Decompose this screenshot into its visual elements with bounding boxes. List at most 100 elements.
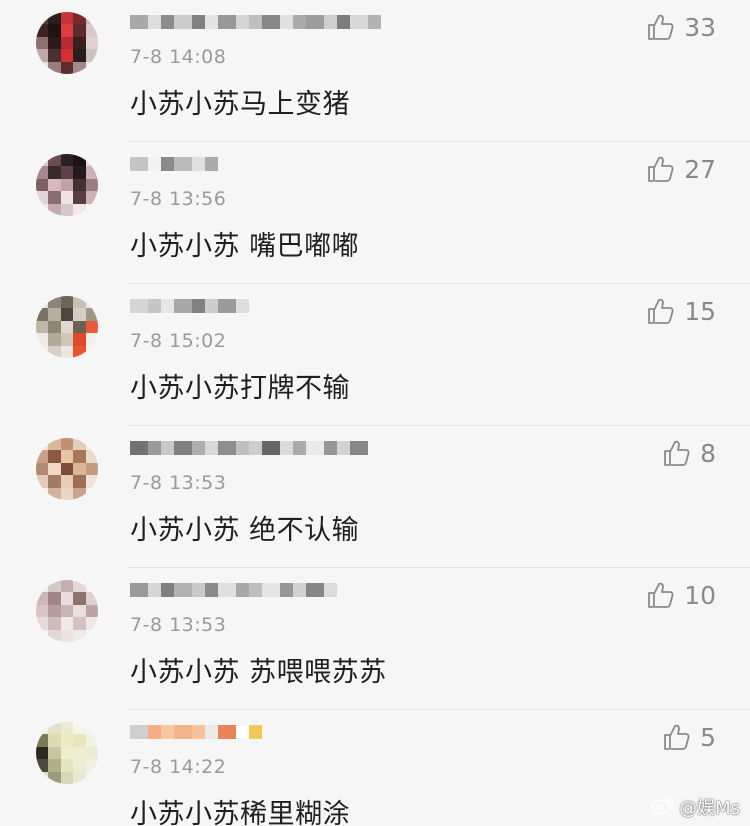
avatar-pixel bbox=[36, 746, 49, 760]
avatar-pixel bbox=[60, 178, 74, 192]
avatar-pixel bbox=[85, 450, 98, 463]
avatar-pixel bbox=[36, 722, 49, 735]
avatar-pixel bbox=[48, 296, 61, 309]
avatar-pixel bbox=[36, 308, 49, 321]
username[interactable] bbox=[130, 576, 337, 604]
avatar-pixel bbox=[60, 308, 74, 321]
username-blur-block bbox=[218, 583, 236, 597]
avatar[interactable] bbox=[36, 154, 98, 216]
username-blur-block bbox=[337, 15, 350, 29]
username-blur-block bbox=[262, 15, 280, 29]
avatar-pixel bbox=[60, 320, 74, 334]
avatar-pixel bbox=[73, 629, 86, 642]
avatar-pixel bbox=[36, 734, 49, 747]
username-blur-block bbox=[306, 583, 324, 597]
avatar[interactable] bbox=[36, 12, 98, 74]
avatar-pixel bbox=[85, 438, 98, 451]
username[interactable] bbox=[130, 718, 262, 746]
like-button[interactable]: 8 bbox=[662, 438, 716, 468]
username[interactable] bbox=[130, 150, 218, 178]
avatar[interactable] bbox=[36, 580, 98, 642]
username-blur-block bbox=[306, 441, 324, 455]
avatar-pixel bbox=[85, 771, 98, 784]
avatar-pixel bbox=[60, 580, 74, 593]
username-blur-block bbox=[174, 583, 192, 597]
avatar-pixel bbox=[85, 154, 98, 167]
avatar-pixel bbox=[85, 345, 98, 358]
avatar-pixel bbox=[73, 49, 86, 62]
username-blur-block bbox=[350, 441, 368, 455]
avatar[interactable] bbox=[36, 438, 98, 500]
weibo-icon bbox=[651, 795, 675, 820]
username-blur-block bbox=[148, 299, 161, 313]
avatar-pixel bbox=[48, 438, 61, 451]
username[interactable] bbox=[130, 8, 381, 36]
username-blur-block bbox=[192, 583, 205, 597]
avatar-pixel bbox=[48, 191, 61, 204]
avatar-pixel bbox=[36, 580, 49, 593]
username-blur-block bbox=[236, 299, 249, 313]
username-blur-block bbox=[192, 299, 205, 313]
avatar-pixel bbox=[60, 166, 74, 179]
avatar[interactable] bbox=[36, 296, 98, 358]
comment-item: 7-8 13:56 小苏小苏 嘴巴嘟嘟 27 bbox=[0, 142, 750, 284]
username-blur-block bbox=[368, 15, 381, 29]
username-blur-block bbox=[205, 441, 218, 455]
avatar-pixel bbox=[85, 203, 98, 216]
avatar-pixel bbox=[60, 734, 74, 747]
username-blur-block bbox=[218, 441, 236, 455]
avatar-pixel bbox=[60, 36, 74, 50]
avatar-pixel bbox=[73, 36, 86, 50]
avatar-pixel bbox=[60, 617, 74, 630]
avatar-pixel bbox=[48, 308, 61, 321]
avatar-pixel bbox=[48, 166, 61, 179]
avatar-pixel bbox=[73, 61, 86, 74]
avatar-pixel bbox=[73, 333, 86, 346]
username-blur-block bbox=[236, 441, 249, 455]
username[interactable] bbox=[130, 434, 368, 462]
thumbs-up-icon bbox=[646, 154, 676, 184]
avatar-pixel bbox=[73, 203, 86, 216]
username-blur-block bbox=[161, 583, 174, 597]
avatar-pixel bbox=[36, 166, 49, 179]
avatar-pixel bbox=[36, 24, 49, 37]
avatar-pixel bbox=[85, 617, 98, 630]
avatar-pixel bbox=[60, 345, 74, 358]
like-button[interactable]: 15 bbox=[646, 296, 716, 326]
username-blur-block bbox=[324, 441, 337, 455]
username-blur-block bbox=[249, 15, 262, 29]
like-button[interactable]: 10 bbox=[646, 580, 716, 610]
username-blur-block bbox=[148, 441, 161, 455]
username-blur-block bbox=[280, 15, 293, 29]
username-blur-block bbox=[192, 725, 205, 739]
comment-item: 7-8 15:02 小苏小苏打牌不输 15 bbox=[0, 284, 750, 426]
avatar-pixel bbox=[36, 49, 49, 62]
avatar-pixel bbox=[85, 734, 98, 747]
avatar-pixel bbox=[73, 487, 86, 500]
username-blur-block bbox=[130, 15, 148, 29]
avatar-pixel bbox=[48, 734, 61, 747]
avatar-pixel bbox=[60, 487, 74, 500]
avatar-pixel bbox=[36, 296, 49, 309]
username-blur-block bbox=[293, 15, 306, 29]
username[interactable] bbox=[130, 292, 249, 320]
avatar-pixel bbox=[85, 166, 98, 179]
comment-time: 7-8 14:08 bbox=[130, 46, 227, 68]
like-button[interactable]: 5 bbox=[662, 722, 716, 752]
like-count: 15 bbox=[684, 296, 716, 326]
avatar-pixel bbox=[60, 296, 74, 309]
avatar-pixel bbox=[60, 333, 74, 346]
username-blur-block bbox=[280, 441, 293, 455]
username-blur-block bbox=[148, 15, 161, 29]
avatar-pixel bbox=[85, 36, 98, 50]
like-button[interactable]: 27 bbox=[646, 154, 716, 184]
avatar-pixel bbox=[73, 475, 86, 488]
username-blur-block bbox=[218, 299, 236, 313]
like-button[interactable]: 33 bbox=[646, 12, 716, 42]
avatar-pixel bbox=[48, 178, 61, 192]
watermark: @娱Ms bbox=[651, 794, 740, 820]
username-blur-block bbox=[249, 725, 262, 739]
username-blur-block bbox=[130, 299, 148, 313]
avatar[interactable] bbox=[36, 722, 98, 784]
comment-list: 7-8 14:08 小苏小苏马上变猪 33 7-8 13:56 小苏小苏 嘴巴嘟… bbox=[0, 0, 750, 826]
